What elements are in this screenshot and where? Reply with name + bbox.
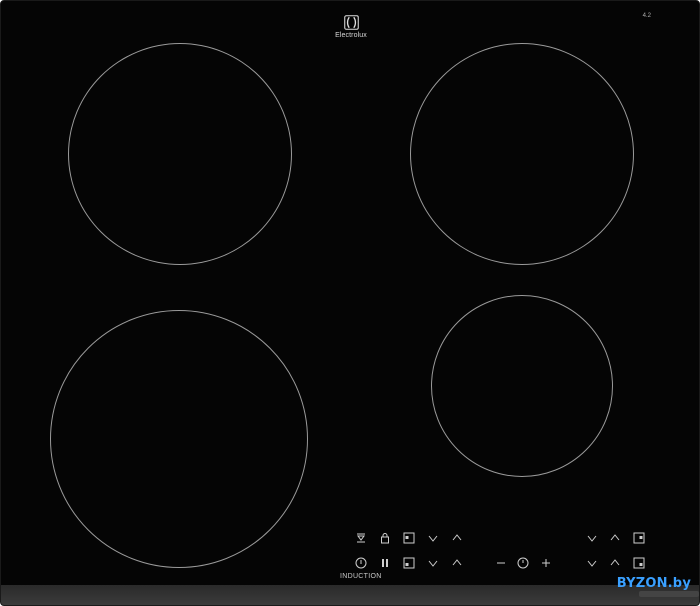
cooking-zone-top-right[interactable]: [410, 43, 634, 265]
pause-icon[interactable]: [378, 556, 392, 570]
chevron-up-icon[interactable]: [608, 531, 622, 545]
chevron-up-icon[interactable]: [450, 531, 464, 545]
bottom-trim: [1, 585, 699, 605]
cooking-zone-bottom-right[interactable]: [431, 295, 613, 477]
zone-select-icon[interactable]: [402, 531, 416, 545]
brand-logo: Electrolux: [323, 15, 379, 39]
power-icon[interactable]: [354, 556, 368, 570]
timer-icon[interactable]: [354, 531, 368, 545]
model-label: 4.2: [642, 13, 651, 19]
chevron-up-icon[interactable]: [450, 556, 464, 570]
induction-label: INDUCTION: [340, 573, 382, 580]
chevron-down-icon[interactable]: [585, 556, 599, 570]
lock-icon[interactable]: [378, 531, 392, 545]
plus-icon[interactable]: [539, 556, 553, 570]
watermark-tail: [639, 591, 699, 597]
watermark: BYZON.by: [616, 576, 691, 591]
minus-icon[interactable]: [494, 556, 508, 570]
timer-icon[interactable]: [516, 556, 530, 570]
zone-select-icon[interactable]: [632, 531, 646, 545]
cooking-zone-top-left[interactable]: [68, 43, 292, 265]
brand-name: Electrolux: [335, 32, 367, 39]
zone-select-icon[interactable]: [632, 556, 646, 570]
induction-hob: Electrolux 4.2 INDUCTION BYZON.by: [0, 0, 700, 606]
cooking-zone-bottom-left[interactable]: [50, 310, 308, 568]
zone-select-icon[interactable]: [402, 556, 416, 570]
chevron-down-icon[interactable]: [426, 556, 440, 570]
chevron-down-icon[interactable]: [585, 531, 599, 545]
chevron-down-icon[interactable]: [426, 531, 440, 545]
chevron-up-icon[interactable]: [608, 556, 622, 570]
electrolux-logo-icon: [343, 15, 359, 30]
